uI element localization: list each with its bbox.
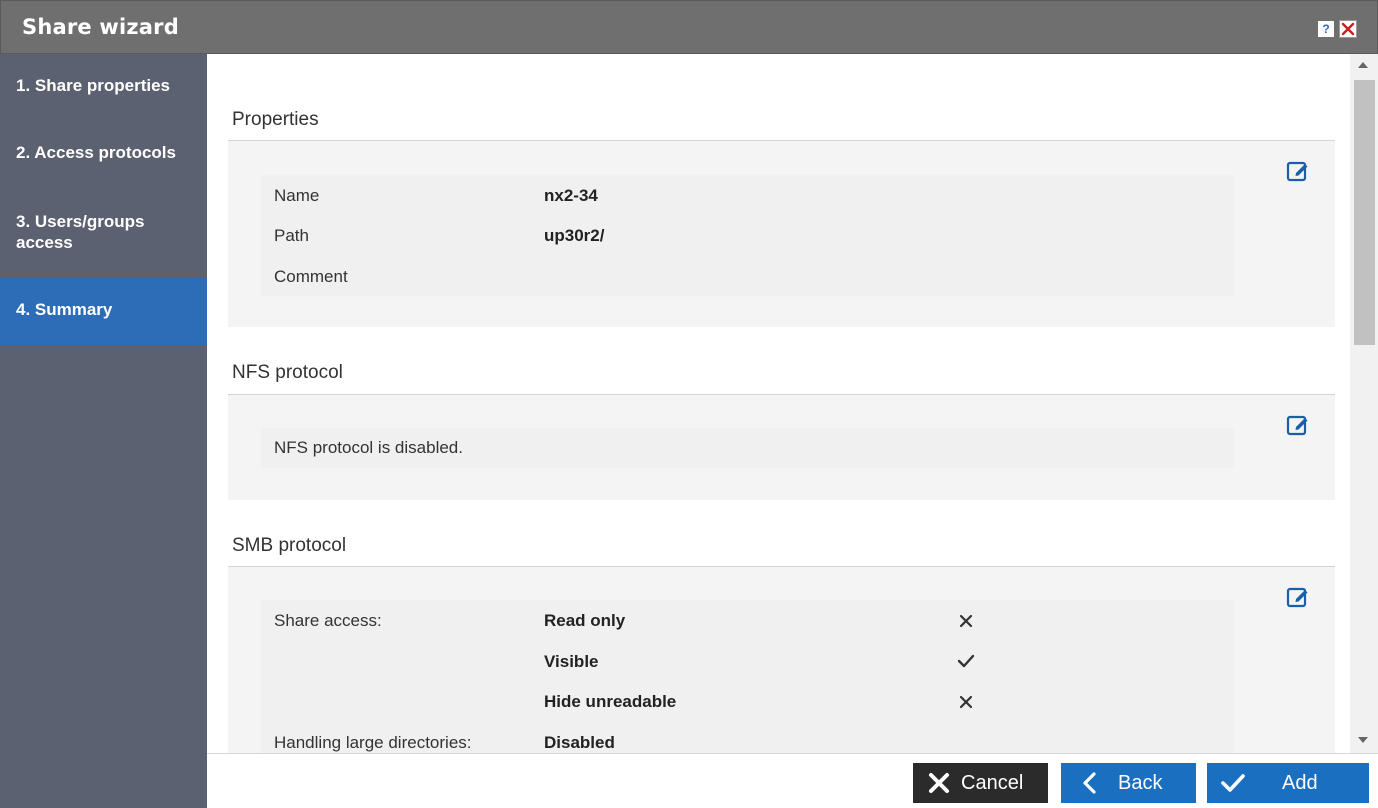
step-users-groups-access[interactable]: 3. Users/groups access xyxy=(0,211,175,253)
close-icon xyxy=(929,773,949,793)
comment-label: Comment xyxy=(274,267,348,286)
nfs-status-row: NFS protocol is disabled. xyxy=(261,428,1234,468)
properties-section-title: Properties xyxy=(232,109,319,130)
cancel-button-label: Cancel xyxy=(961,772,1024,794)
hide-unreadable-option: Hide unreadable xyxy=(544,692,677,711)
cross-icon xyxy=(959,614,973,628)
smb-section-title: SMB protocol xyxy=(232,535,347,556)
step-summary[interactable]: 4. Summary xyxy=(0,278,207,345)
name-label: Name xyxy=(274,186,320,205)
large-directories-label: Handling large directories: xyxy=(274,733,472,752)
back-button-label: Back xyxy=(1118,772,1163,794)
name-value: nx2-34 xyxy=(544,186,598,205)
check-icon xyxy=(957,654,975,668)
edit-smb-icon[interactable] xyxy=(1286,585,1310,609)
smb-table: Share access: Read only Visible Hide unr… xyxy=(261,600,1234,753)
cross-icon xyxy=(959,695,973,709)
edit-properties-icon[interactable] xyxy=(1286,159,1310,183)
scroll-up-arrow-icon[interactable] xyxy=(1358,62,1368,68)
share-access-label: Share access: xyxy=(274,611,382,630)
add-button[interactable]: Add xyxy=(1207,763,1369,803)
step-access-protocols[interactable]: 2. Access protocols xyxy=(0,143,207,163)
properties-table: Name nx2-34 Path up30r2/ Comment xyxy=(261,175,1234,296)
vertical-scrollbar[interactable] xyxy=(1350,54,1378,753)
help-icon[interactable]: ? xyxy=(1318,21,1334,37)
window-title: Share wizard xyxy=(22,15,179,39)
nfs-status-text: NFS protocol is disabled. xyxy=(274,438,463,457)
properties-panel: Name nx2-34 Path up30r2/ Comment xyxy=(228,141,1335,327)
chevron-left-icon xyxy=(1083,772,1096,794)
back-button[interactable]: Back xyxy=(1061,763,1196,803)
read-only-option: Read only xyxy=(544,611,626,630)
wizard-footer: Cancel Back Add xyxy=(207,753,1378,808)
path-value: up30r2/ xyxy=(544,226,605,245)
check-icon xyxy=(1221,774,1245,792)
cancel-button[interactable]: Cancel xyxy=(913,763,1048,803)
scroll-down-arrow-icon[interactable] xyxy=(1358,737,1368,743)
close-icon[interactable] xyxy=(1339,20,1357,38)
edit-nfs-icon[interactable] xyxy=(1286,413,1310,437)
visible-option: Visible xyxy=(544,652,599,671)
smb-panel: Share access: Read only Visible Hide unr… xyxy=(228,567,1335,753)
path-label: Path xyxy=(274,226,309,245)
wizard-steps-sidebar: 1. Share properties 2. Access protocols … xyxy=(0,54,207,808)
summary-content: Properties Name nx2-34 Path up30r2/ Comm… xyxy=(207,54,1350,753)
title-bar: Share wizard ? xyxy=(0,0,1378,54)
large-directories-value: Disabled xyxy=(544,733,615,752)
nfs-panel: NFS protocol is disabled. xyxy=(228,395,1335,500)
scrollbar-thumb[interactable] xyxy=(1354,80,1375,345)
step-share-properties[interactable]: 1. Share properties xyxy=(0,76,207,96)
nfs-section-title: NFS protocol xyxy=(232,362,343,383)
close-icon-glyph xyxy=(1341,22,1355,36)
add-button-label: Add xyxy=(1282,772,1318,794)
